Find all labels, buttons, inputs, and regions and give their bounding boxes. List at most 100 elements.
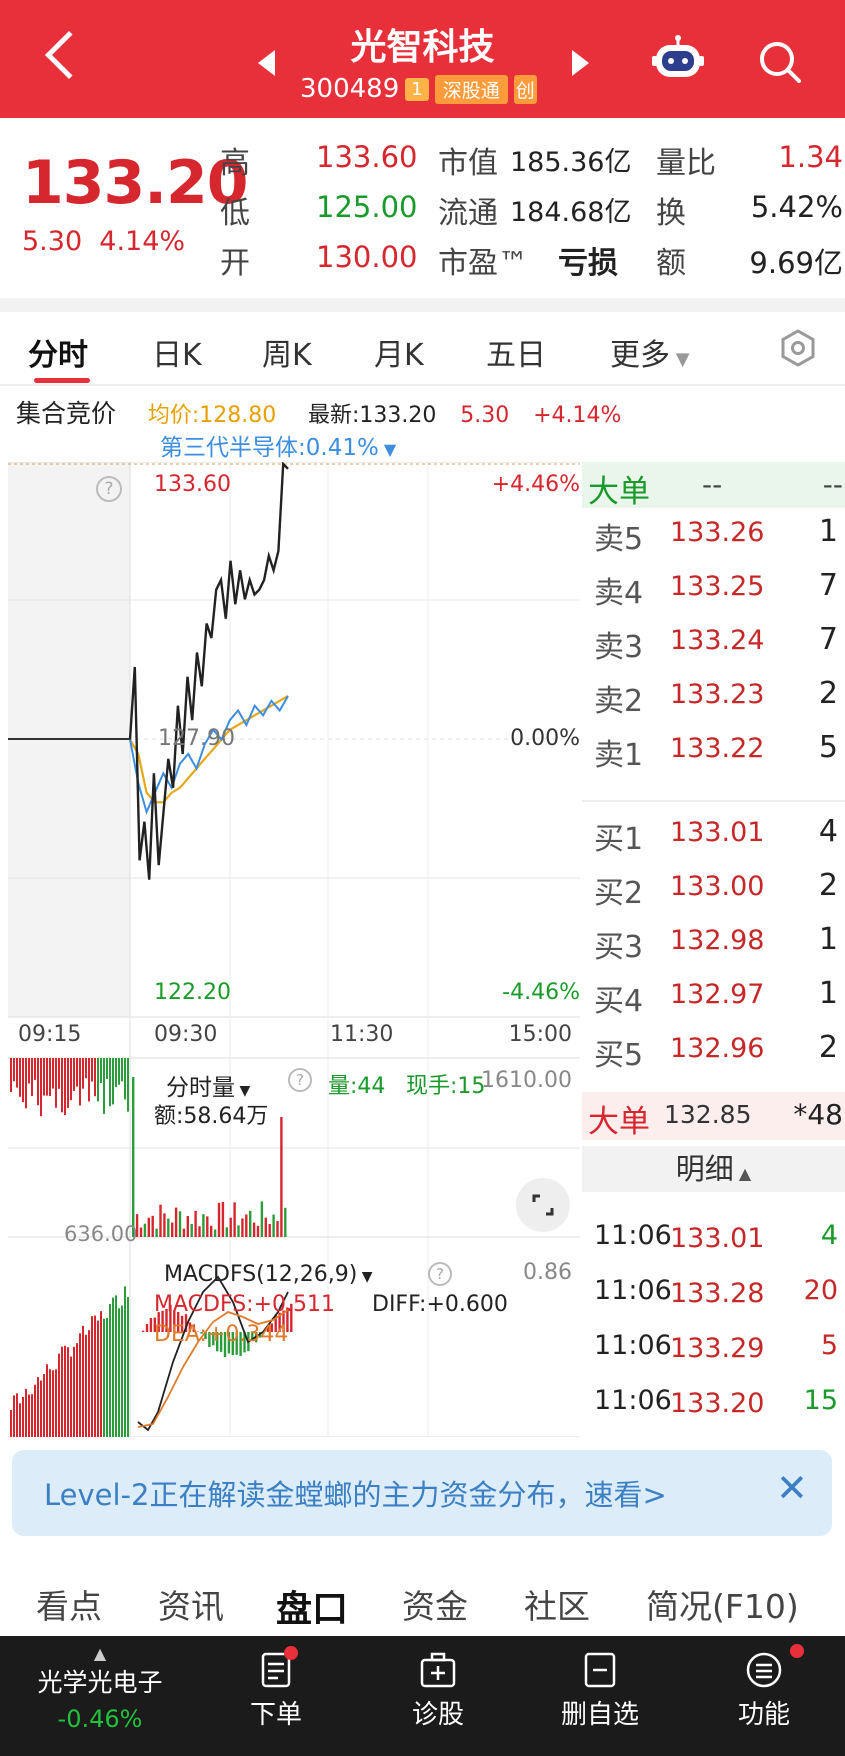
tab-more[interactable]: 更多 ▼ [610, 330, 690, 374]
prev-stock-icon[interactable] [258, 50, 275, 76]
tab-intraday[interactable]: 分时 [28, 330, 88, 374]
chart-canvas [8, 462, 580, 1437]
volume-bar [268, 1224, 271, 1237]
dropdown-icon: ▼ [378, 440, 397, 459]
bid-level: 买3 [594, 930, 644, 965]
trade-time: 11:06 [594, 1385, 672, 1416]
dropdown-icon: ▼ [670, 349, 690, 370]
ask-level: 卖1 [594, 738, 644, 773]
volume-bar [151, 1215, 154, 1237]
auction-bar [85, 1334, 87, 1437]
change-pct: 4.14% [99, 226, 186, 257]
divider [0, 384, 845, 386]
auction-bar [61, 1346, 63, 1437]
macd-bar [149, 1317, 153, 1332]
bid-row: 买4 132.97 1 [588, 976, 838, 1028]
trade-price: 133.29 [670, 1333, 765, 1364]
auction-bar [55, 1058, 57, 1108]
level2-banner[interactable]: Level-2正在解读金螳螂的主力资金分布，速看> ✕ [12, 1450, 832, 1536]
bid-row: 买5 132.96 2 [588, 1030, 838, 1082]
turnover-label: 换 [656, 196, 686, 231]
bid-level: 买4 [594, 984, 644, 1019]
ask-row: 卖5 133.26 1 [588, 514, 838, 566]
volume-bar [143, 1223, 147, 1237]
sector-link[interactable]: 第三代半导体:0.41% ▼ [160, 428, 396, 462]
low-pct-label: -4.46% [502, 980, 580, 1005]
tab-orderbook[interactable]: 盘口 [276, 1580, 348, 1632]
notification-dot [284, 1646, 298, 1660]
auction-bar [22, 1396, 24, 1437]
close-icon[interactable]: ✕ [776, 1466, 808, 1510]
big-order-label: 大单 [588, 474, 650, 510]
notification-dot [790, 1644, 804, 1658]
auction-bar [79, 1058, 81, 1106]
remove-watchlist-button[interactable]: 删自选 [540, 1650, 660, 1731]
ai-robot-icon[interactable] [652, 34, 704, 80]
tab-more-label: 更多 [610, 338, 670, 373]
high-pct-label: +4.46% [491, 472, 580, 497]
tab-news[interactable]: 资讯 [158, 1580, 224, 1628]
next-stock-icon[interactable] [572, 50, 589, 76]
sector-label: 第三代半导体:0.41% [160, 435, 379, 461]
functions-button[interactable]: 功能 [704, 1650, 824, 1731]
sector-quote[interactable]: ▲ 光学光电子 -0.46% [0, 1644, 200, 1733]
latest-change: 5.30 [460, 403, 510, 428]
diagnose-button[interactable]: 诊股 [378, 1650, 498, 1731]
tab-profile[interactable]: 简况(F10) [646, 1580, 799, 1628]
tab-weekly-k[interactable]: 周K [262, 330, 312, 374]
fullscreen-button[interactable] [516, 1178, 570, 1232]
low-value: 125.00 [316, 190, 418, 224]
bid-volume: 2 [818, 868, 838, 903]
volume-bar [272, 1214, 275, 1237]
trade-row: 11:06 133.01 4 [588, 1220, 838, 1272]
auction-bar [103, 1058, 105, 1114]
tab-monthly-k[interactable]: 月K [374, 330, 424, 374]
search-icon[interactable] [758, 40, 802, 84]
banner-text: Level-2正在解读金螳螂的主力资金分布，速看> [44, 1478, 667, 1512]
tab-funds[interactable]: 资金 [402, 1580, 468, 1628]
help-icon[interactable]: ? [288, 1068, 312, 1092]
float-value: 184.68亿 [510, 197, 632, 228]
stock-title: 光智科技 [350, 27, 495, 68]
help-icon[interactable]: ? [96, 476, 122, 502]
auction-bar [106, 1317, 108, 1437]
detail-toggle[interactable]: 明细 ▲ [582, 1146, 845, 1192]
board-tag: 创 [513, 74, 537, 104]
trade-price: 133.01 [670, 1223, 765, 1254]
trade-row: 11:06 133.20 15 [588, 1385, 838, 1437]
auction-bar [43, 1058, 45, 1096]
auction-bar [46, 1364, 48, 1437]
auction-bar [64, 1345, 66, 1437]
settings-hexagon-icon[interactable] [778, 328, 818, 368]
auction-bar [67, 1347, 69, 1437]
ask-level: 卖2 [594, 684, 644, 719]
ask-row: 卖2 133.23 2 [588, 676, 838, 728]
vol-ratio-label: 量比 [656, 146, 716, 181]
intraday-chart[interactable]: ? 133.60 +4.46% 127.90 0.00% 122.20 -4.4… [8, 462, 580, 1437]
auction-bar [121, 1058, 123, 1082]
tab-community[interactable]: 社区 [524, 1580, 590, 1628]
volume-max: 1610.00 [481, 1068, 572, 1093]
auction-bar [10, 1409, 12, 1437]
volume-bar [284, 1207, 287, 1237]
bid-volume: 2 [818, 1030, 838, 1065]
price-line [128, 462, 289, 880]
volume-indicator-select[interactable]: 分时量 ▼ [166, 1068, 250, 1102]
auction-bar [109, 1304, 111, 1437]
auction-bar [94, 1058, 96, 1097]
macd-indicator-select[interactable]: MACDFS(12,26,9) ▼ [164, 1262, 373, 1287]
last-price: 133.20 [22, 148, 249, 218]
ask-row: 卖1 133.22 5 [588, 730, 838, 782]
dropdown-icon: ▼ [235, 1083, 251, 1099]
ask-volume: 1 [818, 514, 838, 549]
caret-up-icon: ▲ [93, 1644, 107, 1663]
volume-bar [233, 1202, 236, 1237]
tab-highlights[interactable]: 看点 [36, 1580, 102, 1628]
auction-bar [46, 1058, 48, 1096]
tab-five-day[interactable]: 五日 [486, 330, 546, 374]
help-icon[interactable]: ? [428, 1262, 452, 1286]
divider [582, 800, 845, 802]
volume-bar [174, 1207, 178, 1237]
tab-daily-k[interactable]: 日K [152, 330, 202, 374]
order-button[interactable]: 下单 [216, 1650, 336, 1731]
